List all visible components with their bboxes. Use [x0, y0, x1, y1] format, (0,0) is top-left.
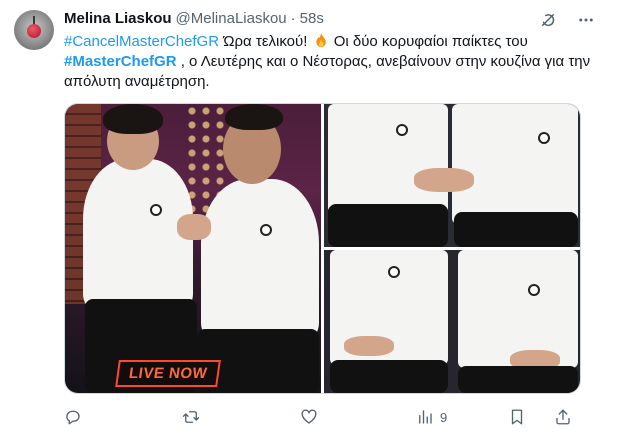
- chef-hair-right: [225, 104, 283, 130]
- reply-icon: [66, 410, 80, 425]
- chef-logo-right: [528, 284, 540, 296]
- chef-pants-right: [454, 212, 578, 247]
- chef-logo-right: [538, 132, 550, 144]
- clasped-hands: [414, 168, 474, 192]
- author-name[interactable]: Melina Liaskou: [64, 10, 172, 28]
- chef-jacket-left: [83, 159, 193, 309]
- fire-icon: [315, 33, 326, 48]
- chef-logo-left: [396, 124, 408, 136]
- chef-logo-left: [150, 204, 162, 216]
- views-icon: [419, 410, 432, 424]
- grok-icon[interactable]: [538, 10, 558, 30]
- separator-dot: ·: [290, 10, 296, 27]
- chef-jacket-right: [458, 250, 578, 368]
- chef-logo-right: [260, 224, 272, 236]
- top-icons: [538, 10, 596, 30]
- like-button[interactable]: [300, 408, 324, 426]
- action-bar: 9: [64, 408, 581, 428]
- tweet-header: Melina Liaskou @MelinaLiaskou · 58s: [64, 10, 324, 28]
- handshake: [177, 214, 211, 240]
- tweet-time[interactable]: 58s: [300, 10, 324, 28]
- retweet-icon: [182, 411, 200, 423]
- tweet-text-part-2: Οι δύο κορυφαίοι παίκτες του: [329, 33, 528, 50]
- tweet-text-part-1: Ώρα τελικού!: [219, 33, 312, 50]
- chef-hair-left: [103, 104, 163, 134]
- photo-1[interactable]: LIVE NOW: [65, 104, 321, 393]
- like-icon: [301, 409, 317, 424]
- hands-left: [344, 336, 394, 356]
- photo-3[interactable]: [324, 250, 580, 393]
- author-handle[interactable]: @MelinaLiaskou: [176, 10, 287, 28]
- photo-2[interactable]: [324, 104, 580, 247]
- reply-button[interactable]: [64, 408, 88, 426]
- share-icon: [556, 409, 570, 425]
- chef-logo-left: [388, 266, 400, 278]
- chef-pants-right: [458, 366, 578, 393]
- more-icon[interactable]: [576, 10, 596, 30]
- media-grid: LIVE NOW: [64, 103, 581, 394]
- bookmark-icon: [511, 409, 523, 425]
- tweet-text: #CancelMasterChefGR Ώρα τελικού! Οι δύο …: [64, 32, 594, 92]
- retweet-button[interactable]: [182, 408, 206, 426]
- avatar-gem: [27, 24, 41, 38]
- chef-pants-left: [330, 360, 448, 393]
- live-now-badge: LIVE NOW: [115, 360, 222, 387]
- views-button[interactable]: 9: [416, 408, 447, 426]
- views-count: 9: [440, 409, 448, 425]
- hashtag-cancelmasterchef[interactable]: #CancelMasterChefGR: [64, 33, 219, 50]
- avatar[interactable]: [14, 10, 54, 50]
- tweet[interactable]: Melina Liaskou @MelinaLiaskou · 58s #Can…: [0, 0, 618, 440]
- chef-pants-left: [328, 204, 448, 247]
- share-button[interactable]: [554, 408, 572, 426]
- chef-jacket-right: [452, 104, 578, 224]
- hashtag-masterchef[interactable]: #MasterChefGR: [64, 53, 177, 70]
- chef-jacket-left: [328, 104, 448, 214]
- bookmark-button[interactable]: [508, 408, 526, 426]
- chef-jacket-right: [201, 179, 319, 339]
